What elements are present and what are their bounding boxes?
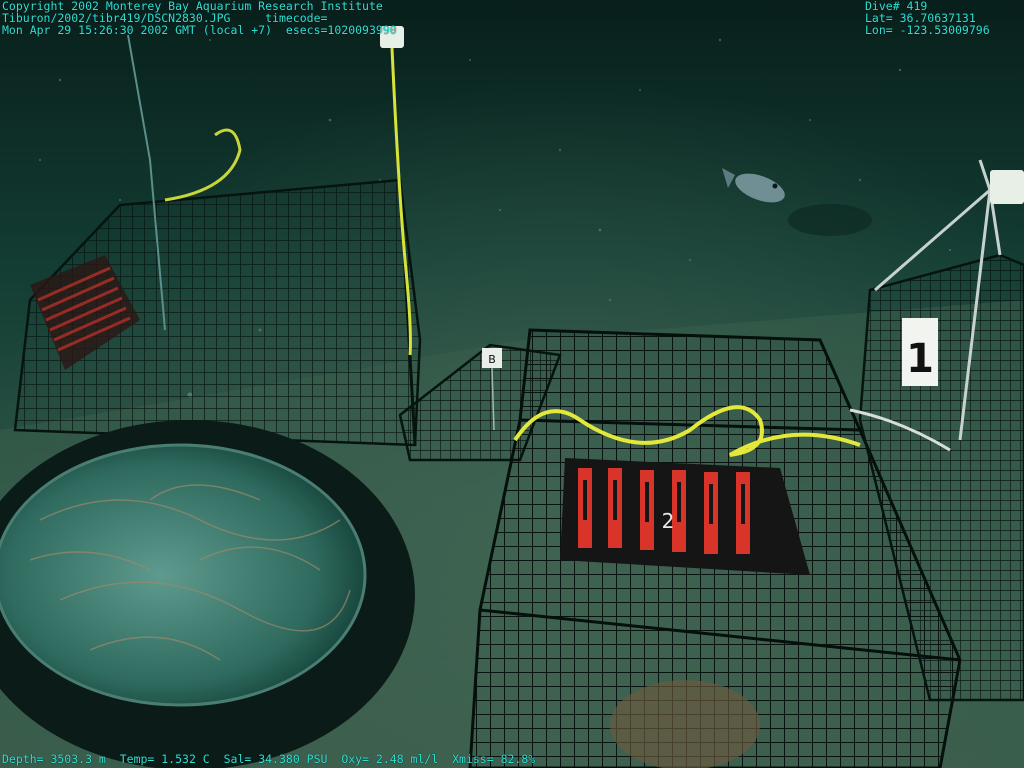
oxygen-reading: Oxy= 2.48 ml/l [341, 752, 439, 766]
salinity-reading: Sal= 34.380 PSU [223, 752, 328, 766]
temp-reading: Temp= 1.532 C [119, 752, 210, 766]
datetime-text: Mon Apr 29 15:26:30 2002 GMT (local +7) [2, 23, 273, 37]
barrel-under-cage [610, 680, 760, 768]
red-crate: 2 [560, 458, 810, 575]
underwater-scene: B 2 1 [0, 0, 1024, 768]
crate-number: 2 [662, 509, 675, 533]
tag-b-label: B [488, 353, 496, 366]
camera-frame: B 2 1 Copyright 2002 Monterey Bay Aquari… [0, 0, 1024, 768]
tag-1-label: 1 [906, 336, 934, 382]
telemetry-header: Copyright 2002 Monterey Bay Aquarium Res… [2, 0, 397, 36]
transmissometer-reading: Xmiss= 82.8% [452, 752, 536, 766]
dive-info: Dive# 419 Lat= 36.70637131 Lon= -123.530… [865, 0, 990, 36]
longitude: Lon= -123.53009796 [865, 23, 990, 37]
esecs-text: esecs=1020093990 [285, 23, 397, 37]
depth-reading: Depth= 3503.3 m [2, 752, 106, 766]
sensor-readout: Depth= 3503.3 m Temp= 1.532 C Sal= 34.38… [2, 753, 535, 765]
